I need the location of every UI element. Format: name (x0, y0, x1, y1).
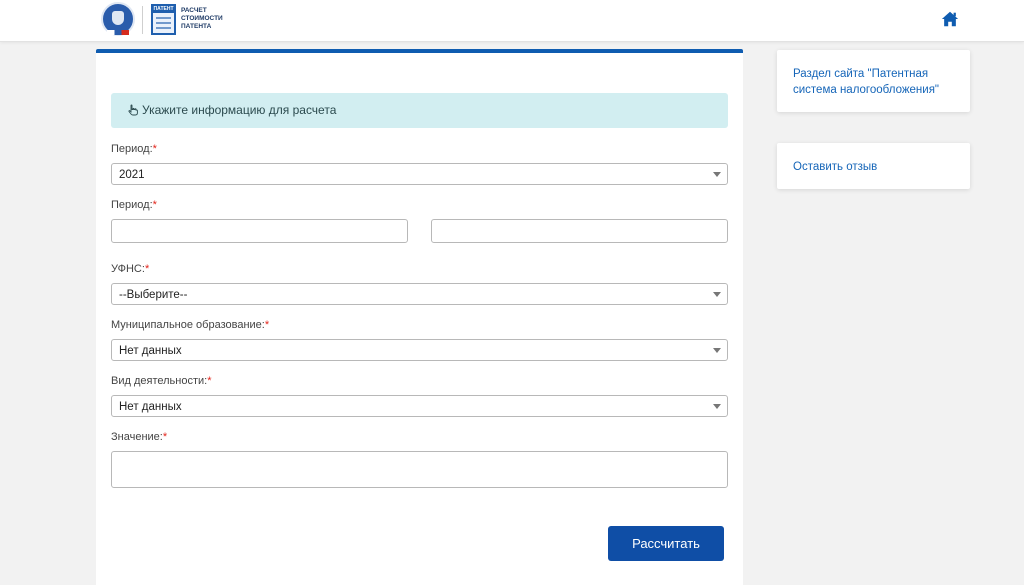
municipality-select[interactable]: Нет данных (111, 339, 728, 361)
chevron-down-icon (713, 292, 721, 297)
info-alert-text: Укажите информацию для расчета (142, 103, 337, 117)
ufns-select[interactable]: --Выберите-- (111, 283, 728, 305)
calculate-button[interactable]: Рассчитать (608, 526, 724, 561)
required-mark: * (152, 199, 157, 211)
ufns-label: УФНС:* (111, 263, 150, 275)
required-mark: * (162, 431, 168, 443)
top-header: ПАТЕНТ РАСЧЕТ СТОИМОСТИ ПАТЕНТА (0, 0, 1024, 42)
required-mark: * (207, 375, 212, 387)
municipality-value: Нет данных (119, 345, 182, 357)
sidebar-card-patent-section[interactable]: Раздел сайта "Патентная система налогооб… (777, 50, 970, 112)
leave-feedback-link[interactable]: Оставить отзыв (793, 159, 877, 175)
logo-divider (142, 6, 143, 34)
patent-icon-label: ПАТЕНТ (153, 6, 174, 13)
chevron-down-icon (713, 172, 721, 177)
period-year-value: 2021 (119, 169, 145, 181)
municipality-label: Муниципальное образование:* (111, 319, 270, 331)
hand-pointer-icon (128, 104, 138, 116)
sidebar-card-feedback[interactable]: Оставить отзыв (777, 143, 970, 189)
period-year-select[interactable]: 2021 (111, 163, 728, 185)
service-logo-text[interactable]: РАСЧЕТ СТОИМОСТИ ПАТЕНТА (181, 7, 231, 31)
value-input[interactable] (111, 451, 728, 488)
info-alert: Укажите информацию для расчета (111, 93, 728, 128)
value-label: Значение:* (111, 431, 168, 443)
period-range-label: Период:* (111, 199, 157, 211)
home-icon[interactable] (941, 10, 959, 28)
period-select-label: Период:* (111, 143, 157, 155)
activity-value: Нет данных (119, 401, 182, 413)
emblem-flag-ribbon (107, 30, 129, 35)
period-to-input[interactable] (431, 219, 728, 243)
activity-select[interactable]: Нет данных (111, 395, 728, 417)
required-mark: * (152, 143, 157, 155)
ufns-value: --Выберите-- (119, 289, 188, 301)
patent-document-icon: ПАТЕНТ (151, 4, 176, 35)
chevron-down-icon (713, 404, 721, 409)
required-mark: * (144, 263, 150, 275)
chevron-down-icon (713, 348, 721, 353)
required-mark: * (264, 319, 270, 331)
activity-label: Вид деятельности:* (111, 375, 212, 387)
patent-system-section-link[interactable]: Раздел сайта "Патентная система налогооб… (793, 66, 958, 98)
period-from-input[interactable] (111, 219, 408, 243)
